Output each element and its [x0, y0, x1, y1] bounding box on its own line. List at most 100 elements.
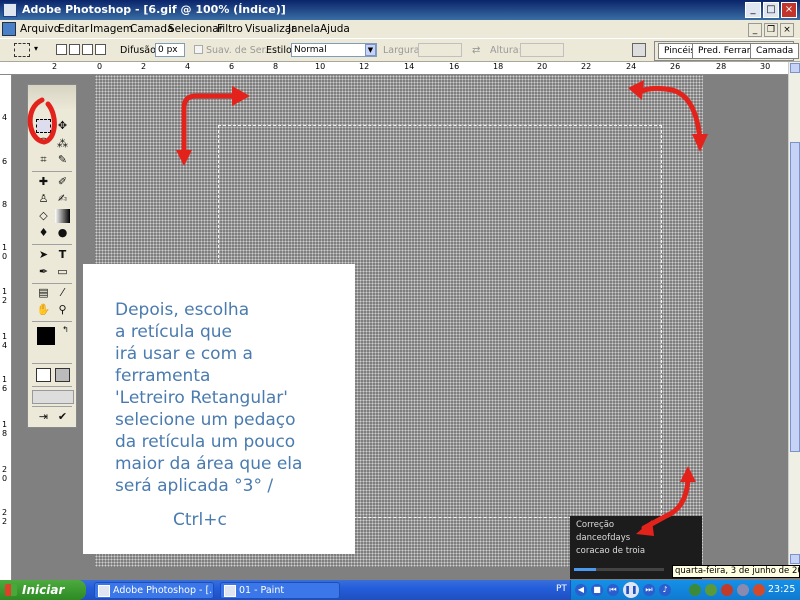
- network-icon[interactable]: [689, 584, 701, 596]
- toolbox-divider: [32, 244, 72, 245]
- doc-minimize-button[interactable]: _: [748, 23, 762, 37]
- add-selection-icon[interactable]: [69, 44, 80, 55]
- menu-ajuda[interactable]: Ajuda: [320, 23, 350, 35]
- security-shield-icon[interactable]: [705, 584, 717, 596]
- minimize-button[interactable]: _: [745, 2, 761, 18]
- caption-line: a retícula que: [115, 322, 232, 342]
- taskbar-item-photoshop[interactable]: Adobe Photoshop - [...: [94, 582, 214, 599]
- feather-input[interactable]: 0 px: [155, 43, 185, 57]
- antialias-label: Suav. de Ser.: [206, 45, 268, 56]
- magic-wand-tool-icon[interactable]: ⁂: [55, 137, 70, 151]
- media-stop-icon[interactable]: ■: [591, 584, 603, 596]
- zoom-tool-icon[interactable]: ⚲: [55, 303, 70, 317]
- type-tool-icon[interactable]: T: [55, 248, 70, 262]
- alert-icon[interactable]: [753, 584, 765, 596]
- swap-colors-icon[interactable]: ↰: [58, 323, 73, 337]
- ruler-tick-label: 6: [229, 62, 235, 71]
- start-button[interactable]: Iniciar: [0, 580, 86, 600]
- checkmark-icon[interactable]: ✔: [55, 410, 70, 424]
- slice-tool-icon[interactable]: ✎: [55, 153, 70, 167]
- track-title: coracao de troia: [576, 546, 646, 556]
- system-tray: ◀ ■ ⏮ ❚❚ ⏭ ♪: [570, 580, 800, 600]
- scroll-down-icon[interactable]: [790, 554, 800, 564]
- brush-tool-icon[interactable]: ✐: [55, 175, 70, 189]
- vertical-ruler: 4 6 8 1 0 1 2 1 4 1 6 1 8 2 0 2 2: [0, 75, 12, 580]
- width-label: Largura:: [383, 45, 423, 56]
- standard-mode-icon[interactable]: [36, 368, 51, 382]
- dodge-tool-icon[interactable]: ●: [55, 226, 70, 240]
- swap-icon[interactable]: ⇄: [472, 45, 480, 56]
- tab-layers[interactable]: Camada: [750, 43, 800, 59]
- close-button[interactable]: ×: [781, 2, 797, 18]
- eyedropper-tool-icon[interactable]: ⁄: [55, 286, 70, 300]
- move-tool-icon[interactable]: ✥: [55, 119, 70, 133]
- doc-close-button[interactable]: ×: [780, 23, 794, 37]
- toolbox-divider: [32, 363, 72, 364]
- menu-filtro[interactable]: Filtro: [217, 23, 243, 35]
- doc-restore-button[interactable]: ❐: [764, 23, 778, 37]
- history-brush-icon[interactable]: ✍: [55, 192, 70, 206]
- width-input[interactable]: [418, 43, 462, 57]
- media-back-icon[interactable]: ◀: [575, 584, 587, 596]
- jump-to-imageready-icon[interactable]: ⇥: [36, 410, 51, 424]
- media-prev-icon[interactable]: ⏮: [607, 584, 619, 596]
- document-icon[interactable]: [2, 22, 16, 36]
- caption-line: 'Letreiro Retangular': [115, 388, 288, 408]
- taskbar-item-paint[interactable]: 01 - Paint: [220, 582, 340, 599]
- toolbox-divider: [32, 321, 72, 322]
- hand-tool-icon[interactable]: ✋: [36, 303, 51, 317]
- menu-camada[interactable]: Camada: [130, 23, 174, 35]
- subtract-selection-icon[interactable]: [82, 44, 93, 55]
- options-bar: ▾ Difusão: 0 px Suav. de Ser. Estilo: No…: [0, 38, 800, 62]
- tutorial-caption: Depois, escolha a retícula que irá usar …: [83, 264, 355, 554]
- antivirus-icon[interactable]: [721, 584, 733, 596]
- paint-icon: [224, 585, 236, 597]
- maximize-button[interactable]: □: [763, 2, 779, 18]
- window-title: Adobe Photoshop - [6.gif @ 100% (Índice)…: [22, 3, 286, 16]
- caption-line: selecione um pedaço: [115, 410, 296, 430]
- preset-dropdown-icon[interactable]: ▾: [34, 44, 38, 53]
- media-pause-icon[interactable]: ❚❚: [623, 582, 639, 598]
- pen-tool-icon[interactable]: ✒: [36, 265, 51, 279]
- antialias-checkbox[interactable]: [194, 45, 203, 54]
- tray-app-icon[interactable]: [737, 584, 749, 596]
- marquee-tool-icon[interactable]: [36, 119, 51, 133]
- notes-tool-icon[interactable]: ▤: [36, 286, 51, 300]
- menu-arquivo[interactable]: Arquivo: [20, 23, 60, 35]
- menu-janela[interactable]: Janela: [288, 23, 320, 35]
- lasso-tool-icon[interactable]: ⌒: [36, 137, 51, 151]
- language-indicator[interactable]: PT: [556, 584, 567, 594]
- ruler-tick-label: 4: [185, 62, 191, 71]
- clone-stamp-icon[interactable]: ♙: [36, 192, 51, 206]
- vertical-scrollbar[interactable]: [788, 62, 800, 567]
- marquee-preset-icon[interactable]: [14, 43, 30, 57]
- toolbox-divider: [32, 283, 72, 284]
- volume-icon[interactable]: ♪: [659, 584, 671, 596]
- clock[interactable]: 23:25: [768, 584, 795, 595]
- foreground-color-swatch[interactable]: [37, 327, 55, 345]
- menu-imagem[interactable]: Imagem: [90, 23, 133, 35]
- intersect-selection-icon[interactable]: [95, 44, 106, 55]
- ruler-tick-label: 28: [716, 62, 727, 71]
- menu-editar[interactable]: Editar: [58, 23, 89, 35]
- eraser-tool-icon[interactable]: ◇: [36, 209, 51, 223]
- quick-mask-icon[interactable]: [55, 368, 70, 382]
- palette-well-icon[interactable]: [632, 43, 646, 57]
- path-selection-icon[interactable]: ➤: [36, 248, 51, 262]
- scroll-thumb[interactable]: [790, 142, 800, 452]
- toolbox-header[interactable]: [28, 85, 76, 111]
- gradient-tool-icon[interactable]: [55, 209, 70, 223]
- ruler-tick-label: 1 8: [2, 420, 8, 438]
- new-selection-icon[interactable]: [56, 44, 67, 55]
- height-input[interactable]: [520, 43, 564, 57]
- caption-line: será aplicada °3° /: [115, 476, 274, 496]
- media-next-icon[interactable]: ⏭: [643, 584, 655, 596]
- menu-selecionar[interactable]: Selecionar: [168, 23, 223, 35]
- screen-mode-icon[interactable]: [32, 390, 74, 404]
- blur-tool-icon[interactable]: ♦: [36, 226, 51, 240]
- shape-tool-icon[interactable]: ▭: [55, 265, 70, 279]
- scroll-up-icon[interactable]: [790, 63, 800, 73]
- healing-brush-icon[interactable]: ✚: [36, 175, 51, 189]
- chevron-down-icon[interactable]: ▼: [365, 44, 376, 56]
- crop-tool-icon[interactable]: ⌗: [36, 153, 51, 167]
